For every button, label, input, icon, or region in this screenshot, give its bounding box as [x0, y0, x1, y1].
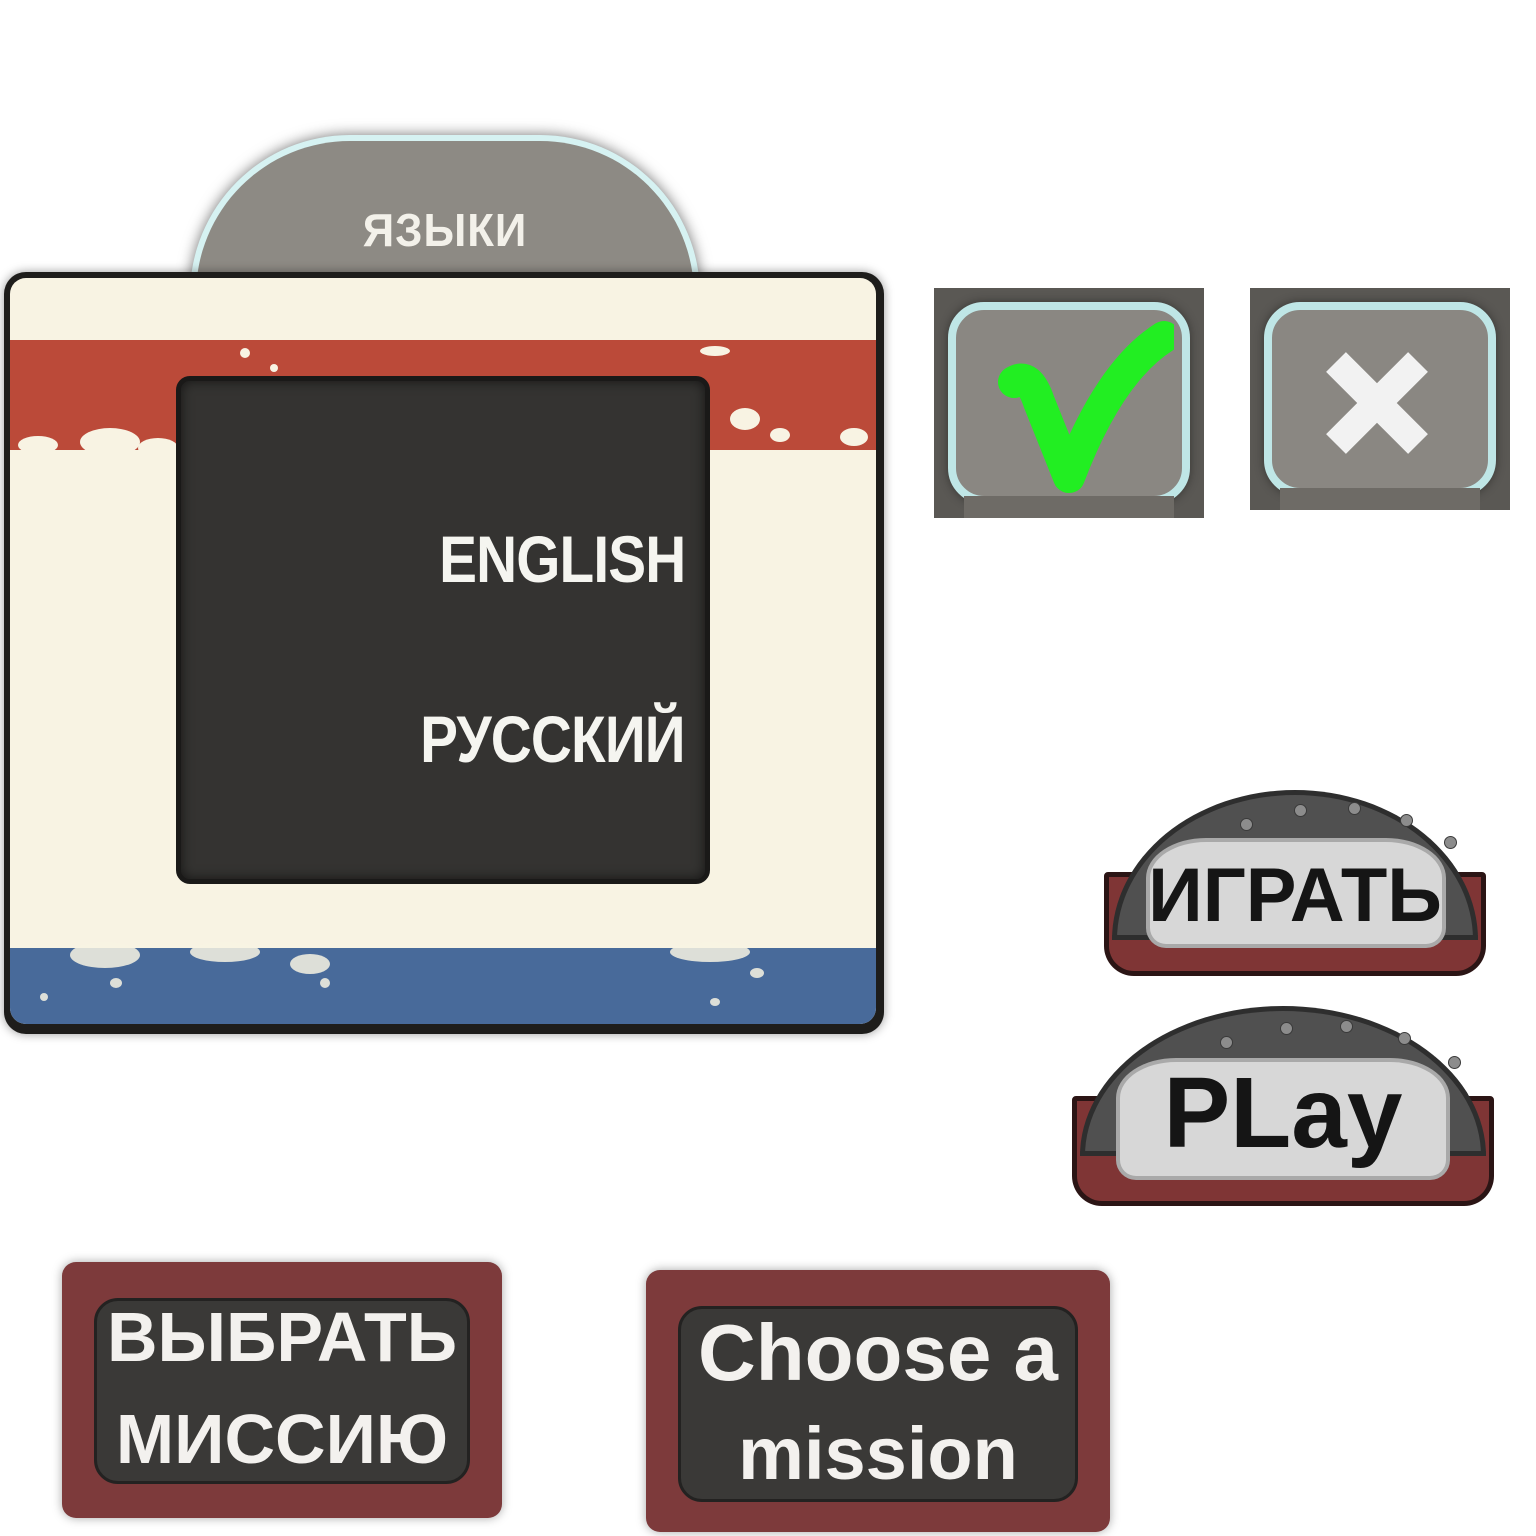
language-panel-header: ЯЗЫКИ [190, 135, 700, 295]
choose-mission-russian-line2: МИССИЮ [115, 1400, 449, 1478]
language-option-english[interactable]: ENGLISH [439, 521, 686, 597]
language-panel-title: ЯЗЫКИ [362, 204, 528, 256]
confirm-button[interactable] [934, 288, 1204, 518]
flag-stripe-blue [10, 948, 876, 1024]
close-icon [1326, 352, 1428, 454]
choose-mission-button-english[interactable]: Choose a mission [646, 1270, 1110, 1532]
cancel-button[interactable] [1250, 288, 1510, 510]
play-button-english[interactable]: PLay [1072, 1006, 1494, 1206]
play-button-english-label: PLay [1163, 1057, 1403, 1169]
check-icon [998, 321, 1174, 493]
choose-mission-english-line2: mission [738, 1412, 1018, 1495]
choose-mission-english-line1: Choose a [697, 1308, 1059, 1397]
choose-mission-button-russian[interactable]: ВЫБРАТЬ МИССИЮ [62, 1262, 502, 1518]
choose-mission-russian-line1: ВЫБРАТЬ [106, 1298, 458, 1376]
play-button-russian[interactable]: ИГРАТЬ [1104, 790, 1486, 976]
play-button-russian-label: ИГРАТЬ [1148, 853, 1442, 938]
language-option-russian[interactable]: РУССКИЙ [420, 701, 685, 777]
language-list: ENGLISH РУССКИЙ [176, 376, 710, 884]
